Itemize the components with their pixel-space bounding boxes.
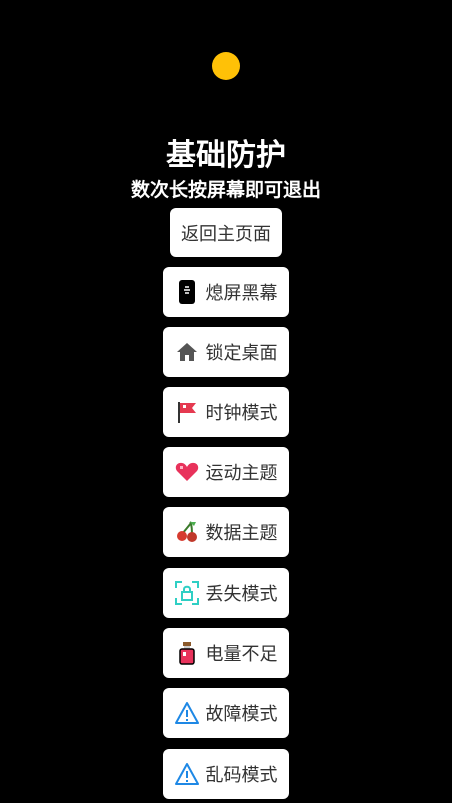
back-button-label: 返回主页面 xyxy=(181,223,271,245)
warning-icon xyxy=(174,762,199,786)
warning-icon xyxy=(174,701,199,725)
mode-label: 数据主题 xyxy=(205,523,278,544)
mode-button-lock-desktop[interactable]: 锁定桌面 xyxy=(163,327,289,377)
mode-button-garbled[interactable]: 乱码模式 xyxy=(163,749,289,799)
page-title: 基础防护 xyxy=(166,138,286,173)
mode-label: 运动主题 xyxy=(205,463,278,484)
flag-icon xyxy=(175,400,199,424)
mode-button-blackout[interactable]: 熄屏黑幕 xyxy=(163,267,289,317)
mode-button-data-theme[interactable]: 数据主题 xyxy=(163,507,289,557)
status-indicator-dot xyxy=(212,52,240,80)
mode-button-clock[interactable]: 时钟模式 xyxy=(163,387,289,437)
mode-label: 电量不足 xyxy=(205,644,278,665)
cherry-icon xyxy=(175,520,199,544)
phone-icon xyxy=(175,280,199,304)
mode-button-fault[interactable]: 故障模式 xyxy=(163,688,289,738)
mode-label: 时钟模式 xyxy=(205,403,278,424)
home-icon xyxy=(175,340,199,364)
mode-label: 故障模式 xyxy=(205,704,278,725)
back-to-home-button[interactable]: 返回主页面 xyxy=(170,208,282,257)
page-subtitle: 数次长按屏幕即可退出 xyxy=(130,179,321,201)
mode-label: 乱码模式 xyxy=(205,765,278,786)
mode-button-lost[interactable]: 丢失模式 xyxy=(163,568,289,618)
potion-icon xyxy=(175,641,199,665)
lock-scan-icon xyxy=(174,581,199,605)
mode-label: 丢失模式 xyxy=(205,584,278,605)
mode-label: 锁定桌面 xyxy=(205,343,278,364)
mode-button-sport-theme[interactable]: 运动主题 xyxy=(163,447,289,497)
mode-button-low-battery[interactable]: 电量不足 xyxy=(163,628,289,678)
heart-icon xyxy=(175,460,199,484)
mode-label: 熄屏黑幕 xyxy=(205,283,278,304)
